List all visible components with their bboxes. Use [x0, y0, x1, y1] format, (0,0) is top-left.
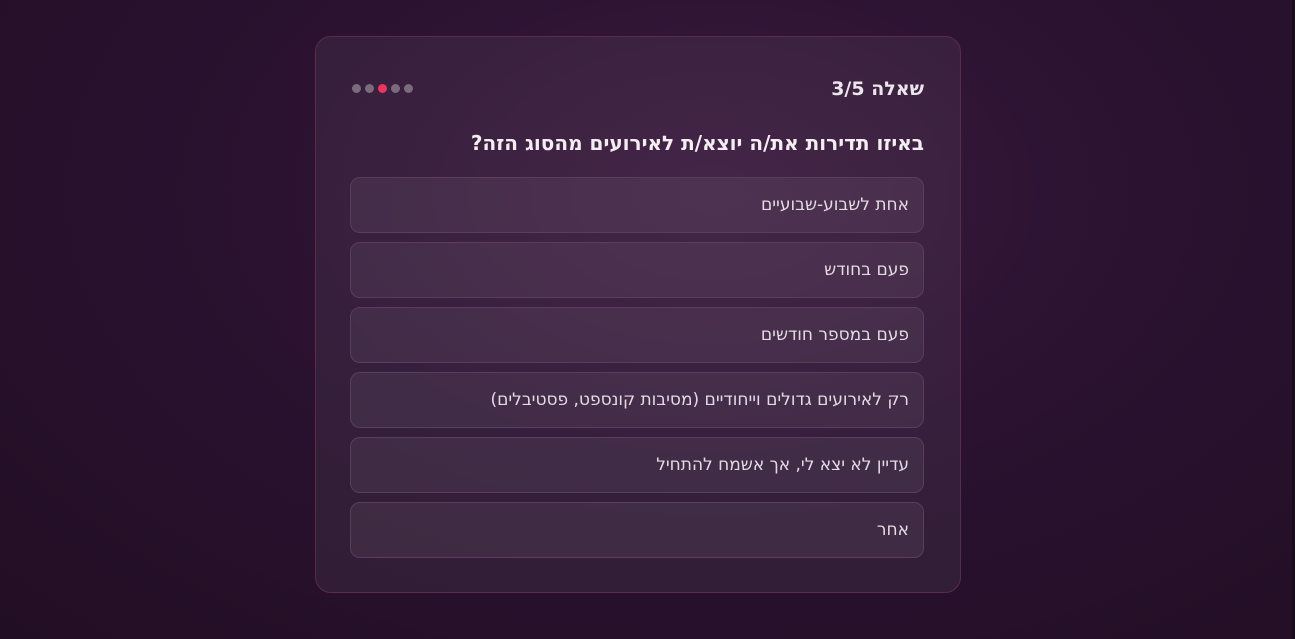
progress-dot	[352, 84, 361, 93]
question-progress-label: שאלה 3/5	[831, 78, 924, 100]
answer-option-3[interactable]: פעם במספר חודשים	[350, 307, 924, 363]
progress-dot	[404, 84, 413, 93]
answer-option-2[interactable]: פעם בחודש	[350, 242, 924, 298]
progress-dots	[352, 84, 413, 93]
answer-options: אחת לשבוע-שבועיים פעם בחודש פעם במספר חו…	[350, 177, 924, 567]
answer-option-1[interactable]: אחת לשבוע-שבועיים	[350, 177, 924, 233]
progress-dot	[365, 84, 374, 93]
answer-option-5[interactable]: עדיין לא יצא לי, אך אשמח להתחיל	[350, 437, 924, 493]
quiz-card: שאלה 3/5 באיזו תדירות את/ה יוצא/ת לאירוע…	[315, 36, 961, 593]
progress-dot	[391, 84, 400, 93]
question-title: באיזו תדירות את/ה יוצא/ת לאירועים מהסוג …	[470, 131, 924, 155]
progress-dot-current	[378, 84, 387, 93]
answer-option-6[interactable]: אחר	[350, 502, 924, 558]
answer-option-4[interactable]: רק לאירועים גדולים וייחודיים (מסיבות קונ…	[350, 372, 924, 428]
